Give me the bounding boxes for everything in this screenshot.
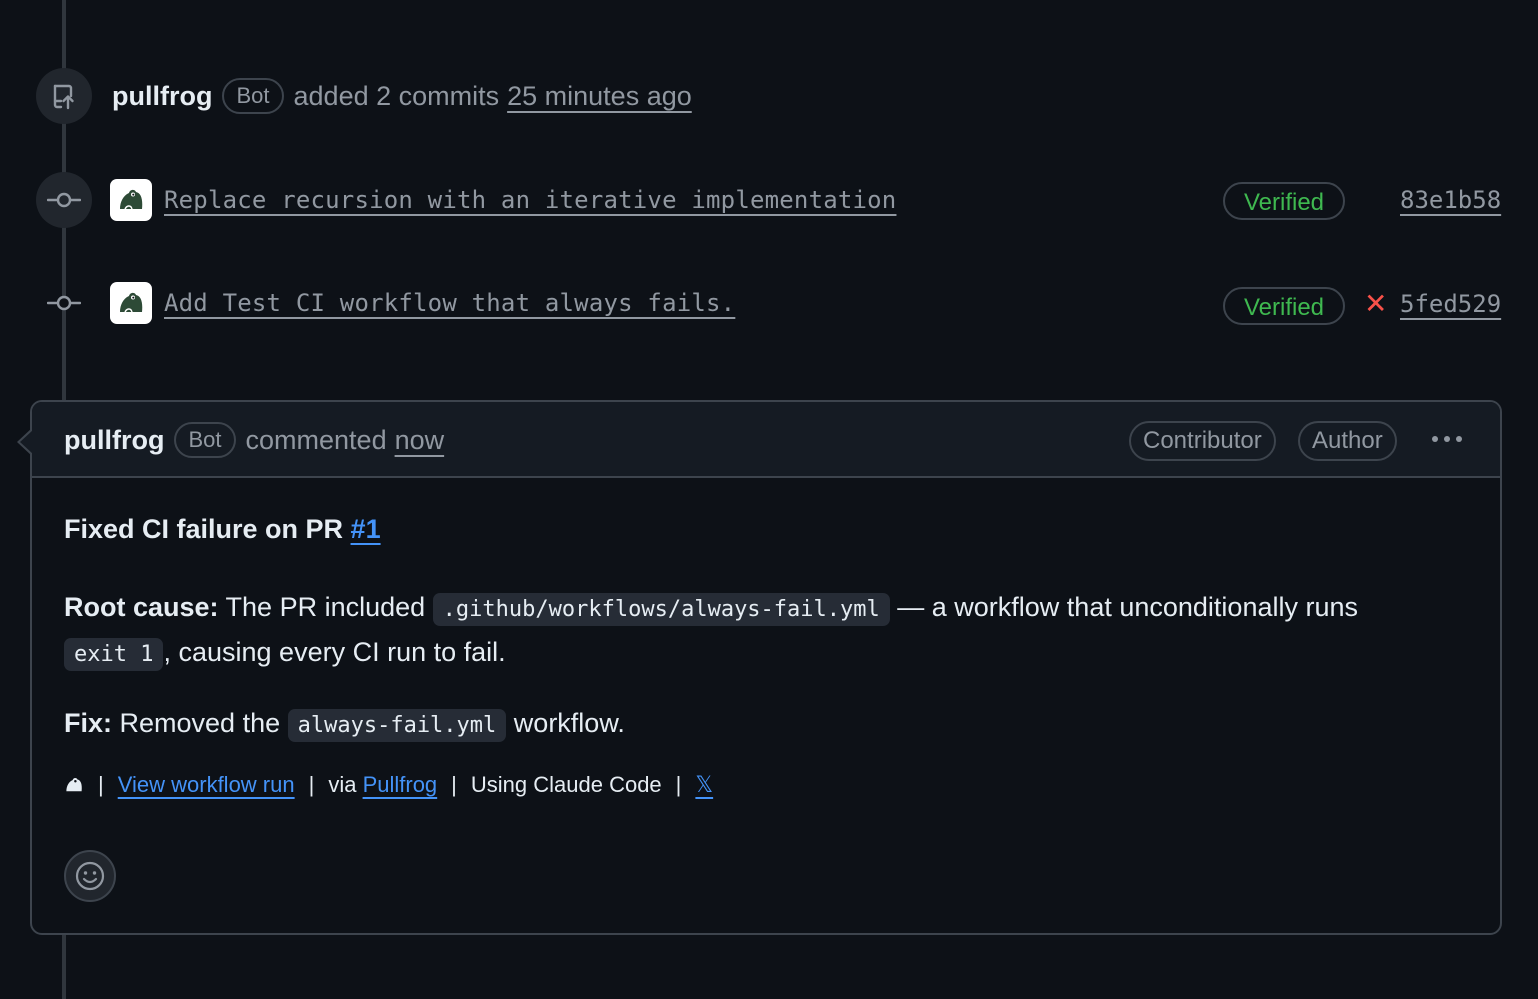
root-cause-text: , causing every CI run to fail. (163, 637, 506, 667)
frog-icon (120, 292, 143, 313)
commit-message-link[interactable]: Add Test CI workflow that always fails. (164, 289, 735, 317)
pullfrog-link[interactable]: Pullfrog (363, 772, 438, 798)
using-text: Using Claude Code (470, 772, 662, 797)
fix-text: workflow. (506, 708, 625, 738)
pr-link[interactable]: #1 (351, 514, 381, 544)
smiley-icon (75, 861, 105, 891)
footer-separator: | (98, 772, 104, 797)
comment-action-text: commented (245, 424, 387, 455)
fix-label: Fix: (64, 708, 113, 738)
comment-author-line: pullfrog Bot commented now (64, 418, 444, 462)
commit-avatar[interactable] (110, 179, 152, 221)
commit-badge (36, 172, 92, 228)
commit-sha-link[interactable]: 83e1b58 (1400, 186, 1501, 214)
commit-row: Add Test CI workflow that always fails. (110, 281, 735, 325)
root-cause-text: — a workflow that unconditionally runs (889, 592, 1358, 622)
comment-header: pullfrog Bot commented now Contributor A… (32, 402, 1500, 478)
x-link[interactable]: 𝕏 (695, 772, 713, 798)
frog-icon (66, 777, 82, 792)
footer-separator: | (308, 772, 315, 797)
root-cause-text: The PR included (218, 592, 433, 622)
comment-footer: | View workflow run | via Pullfrog | Usi… (64, 772, 713, 798)
fix-text: Removed the (112, 708, 288, 738)
verified-badge[interactable]: Verified (1223, 182, 1345, 220)
comment-title: Fixed CI failure on PR #1 (64, 514, 381, 545)
author-label: Author (1298, 421, 1397, 461)
commit-message-link[interactable]: Replace recursion with an iterative impl… (164, 186, 896, 214)
comment-actor-link[interactable]: pullfrog (64, 425, 164, 456)
push-time-link[interactable]: 25 minutes ago (507, 81, 692, 112)
commit-row: Replace recursion with an iterative impl… (110, 178, 896, 222)
root-cause-paragraph: Root cause: The PR included .github/work… (64, 586, 1464, 676)
timeline-line (62, 935, 66, 999)
git-commit-icon (47, 192, 81, 208)
footer-separator: | (451, 772, 457, 797)
kebab-horizontal-icon[interactable] (1432, 426, 1462, 452)
ci-failure-icon[interactable]: ✕ (1364, 290, 1387, 318)
comment-time-link[interactable]: now (395, 425, 445, 456)
push-badge (36, 68, 92, 124)
comment-pointer-inner (20, 430, 33, 454)
inline-code: exit 1 (64, 638, 164, 671)
fix-paragraph: Fix: Removed the always-fail.yml workflo… (64, 702, 1464, 747)
footer-separator: | (675, 772, 682, 797)
verified-badge[interactable]: Verified (1223, 287, 1345, 325)
commit-avatar[interactable] (110, 282, 152, 324)
frog-icon (120, 189, 143, 210)
bot-label: Bot (174, 422, 236, 458)
view-workflow-run-link[interactable]: View workflow run (118, 772, 295, 798)
contributor-label: Contributor (1129, 421, 1276, 461)
inline-code: always-fail.yml (287, 709, 507, 742)
push-actor-link[interactable]: pullfrog (112, 81, 212, 112)
comment-title-text: Fixed CI failure on PR (64, 514, 351, 544)
comment-box: pullfrog Bot commented now Contributor A… (30, 400, 1502, 935)
bot-label: Bot (222, 78, 284, 114)
inline-code: .github/workflows/always-fail.yml (432, 593, 890, 626)
pr-timeline: pullfrog Bot added 2 commits 25 minutes … (0, 0, 1538, 999)
via-text: via (328, 772, 363, 797)
commit-sha-link[interactable]: 5fed529 (1400, 290, 1501, 318)
add-reaction-button[interactable] (64, 850, 116, 902)
push-event-header: pullfrog Bot added 2 commits 25 minutes … (112, 74, 692, 118)
repo-push-icon (53, 84, 74, 110)
root-cause-label: Root cause: (64, 592, 219, 622)
commit-node (47, 293, 81, 313)
push-action-text: added 2 commits (293, 80, 500, 111)
git-commit-icon (47, 295, 81, 311)
